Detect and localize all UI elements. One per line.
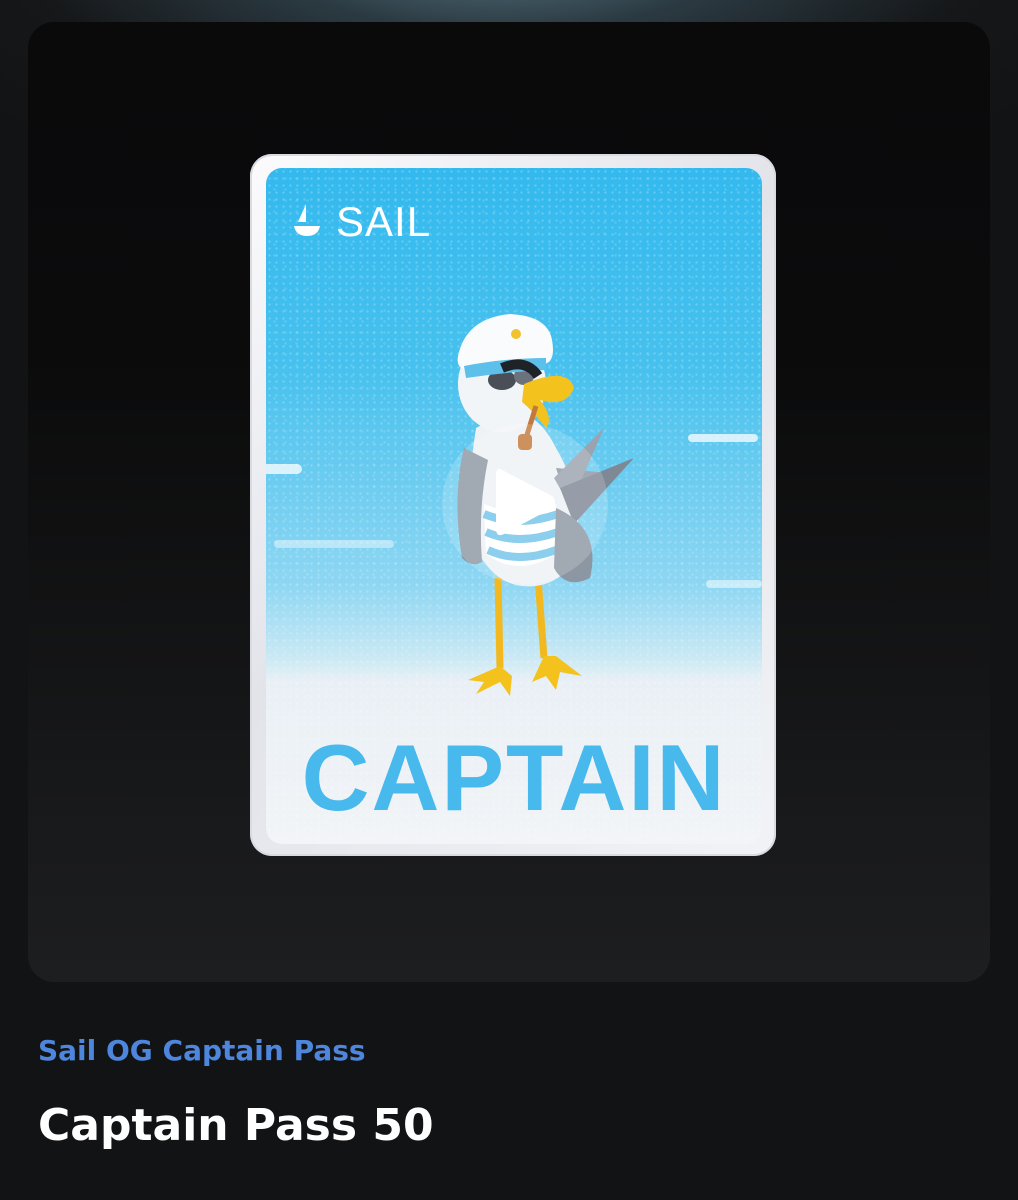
brand-lockup: SAIL xyxy=(292,198,431,246)
play-icon xyxy=(492,464,558,544)
captain-pass-card: SAIL CAPTAIN xyxy=(250,154,776,856)
collection-link[interactable]: Sail OG Captain Pass xyxy=(38,1034,366,1067)
cloud xyxy=(706,580,762,588)
nft-detail-page: SAIL CAPTAIN Sail OG Captain Pass Captai… xyxy=(0,0,1018,1200)
cloud xyxy=(274,540,394,548)
cloud xyxy=(266,464,302,474)
sailboat-icon xyxy=(292,202,322,242)
media-preview[interactable]: SAIL CAPTAIN xyxy=(28,22,990,982)
card-artwork: SAIL CAPTAIN xyxy=(266,168,762,844)
item-title: Captain Pass 50 xyxy=(38,1100,434,1151)
brand-name: SAIL xyxy=(336,198,432,245)
cloud xyxy=(688,434,758,442)
card-title-text: CAPTAIN xyxy=(301,725,727,830)
play-button[interactable] xyxy=(442,424,608,584)
